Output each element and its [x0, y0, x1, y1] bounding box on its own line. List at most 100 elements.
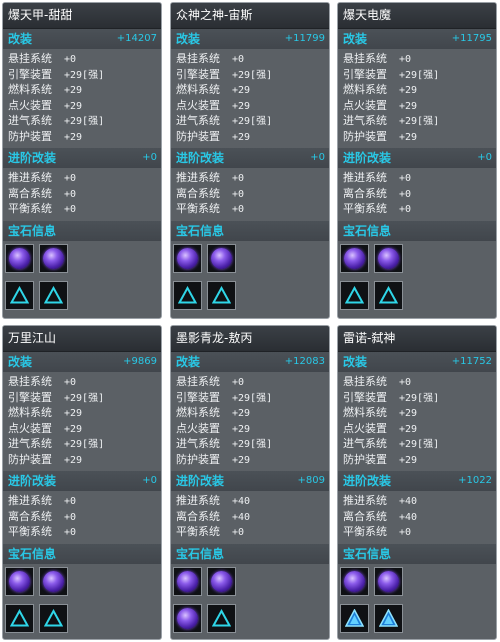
- mod-section-label: 改装: [343, 32, 368, 46]
- gem-row: [173, 280, 329, 312]
- blue-triangle-gem-icon: [379, 608, 398, 627]
- advanced-mod-section-header: 进阶改装 +1022: [338, 471, 496, 491]
- mod-name: 点火装置: [8, 98, 52, 112]
- gem-slot[interactable]: [374, 566, 403, 596]
- advanced-mod-total-value: +809: [297, 475, 325, 486]
- mod-row: 燃料系统 +29: [343, 405, 496, 421]
- gem-slot[interactable]: [173, 603, 202, 633]
- advanced-mod-label: 进阶改装: [8, 151, 57, 165]
- purple-gem-icon: [211, 247, 232, 269]
- gem-slot[interactable]: [173, 280, 202, 310]
- mod-section-label: 改装: [176, 355, 201, 369]
- mod-name: 进气系统: [8, 437, 52, 450]
- gem-slot[interactable]: [5, 603, 34, 633]
- purple-gem-icon: [9, 570, 30, 592]
- mod-row: 防护装置 +29: [343, 452, 496, 468]
- mod-list: 悬挂系统 +0 引擎装置 +29[强] 燃料系统 +29 点火装置 +29 进气系统 +29[强]…: [171, 49, 329, 148]
- car-title: 万里江山: [3, 326, 161, 352]
- gem-slot[interactable]: [173, 243, 202, 273]
- advanced-mod-row: 推进系统 +0: [176, 170, 329, 186]
- gem-slots: [171, 564, 329, 633]
- mod-row: 进气系统 +29[强]: [343, 436, 496, 452]
- gem-slot[interactable]: [340, 566, 369, 596]
- mod-value: +29: [399, 85, 418, 96]
- advanced-mod-row: 离合系统 +0: [8, 186, 161, 202]
- gem-slot[interactable]: [340, 280, 369, 310]
- purple-gem-icon: [344, 247, 365, 269]
- advanced-mod-value: +0: [232, 173, 245, 184]
- advanced-mod-label: 进阶改装: [343, 474, 392, 488]
- gem-slot[interactable]: [340, 243, 369, 273]
- triangle-slot-icon: [10, 285, 29, 303]
- mod-value: +29[强]: [399, 116, 440, 127]
- gem-slot[interactable]: [39, 243, 68, 273]
- purple-gem-icon: [211, 570, 232, 592]
- advanced-mod-row: 离合系统 +0: [8, 509, 161, 525]
- advanced-mod-value: +0: [64, 511, 77, 523]
- mod-name: 燃料系统: [343, 406, 387, 419]
- gem-slot[interactable]: [207, 603, 236, 633]
- mod-name: 引擎装置: [8, 67, 52, 81]
- gem-slot[interactable]: [374, 603, 403, 633]
- mod-value: +29[强]: [64, 116, 105, 127]
- advanced-mod-total-value: +0: [142, 475, 157, 486]
- mod-row: 悬挂系统 +0: [176, 374, 329, 390]
- gem-slot[interactable]: [39, 566, 68, 596]
- mod-section-header: 改装 +14207: [3, 29, 161, 49]
- gem-slot[interactable]: [207, 566, 236, 596]
- triangle-slot-icon: [178, 285, 197, 303]
- mod-row: 引擎装置 +29[强]: [176, 67, 329, 83]
- advanced-mod-label: 进阶改装: [176, 474, 225, 488]
- gem-slot[interactable]: [5, 243, 34, 273]
- mod-name: 悬挂系统: [176, 52, 220, 65]
- advanced-mod-name: 平衡系统: [343, 525, 387, 538]
- mod-name: 引擎装置: [343, 390, 387, 404]
- mod-name: 点火装置: [8, 421, 52, 435]
- gem-slot[interactable]: [39, 603, 68, 633]
- gem-slot[interactable]: [340, 603, 369, 633]
- advanced-mod-value: +0: [399, 527, 412, 538]
- advanced-mod-name: 推进系统: [176, 494, 220, 507]
- advanced-mod-name: 离合系统: [343, 509, 387, 523]
- mod-row: 进气系统 +29[强]: [8, 436, 161, 452]
- advanced-mod-list: 推进系统 +40 离合系统 +40 平衡系统 +0: [171, 491, 329, 544]
- advanced-mod-total-value: +1022: [458, 475, 492, 486]
- advanced-mod-value: +0: [232, 204, 245, 215]
- mod-section-label: 改装: [176, 32, 201, 46]
- gem-slot[interactable]: [173, 566, 202, 596]
- mod-name: 悬挂系统: [176, 375, 220, 388]
- gem-slot[interactable]: [5, 280, 34, 310]
- mod-row: 燃料系统 +29: [176, 405, 329, 421]
- gem-slot[interactable]: [374, 243, 403, 273]
- advanced-mod-value: +40: [232, 511, 251, 523]
- mod-name: 引擎装置: [176, 67, 220, 81]
- mod-row: 点火装置 +29: [176, 98, 329, 114]
- mod-section-header: 改装 +11795: [338, 29, 496, 49]
- mod-value: +29: [64, 131, 83, 143]
- gem-section-header: 宝石信息: [338, 220, 496, 241]
- mod-name: 进气系统: [8, 114, 52, 127]
- gem-row: [340, 566, 496, 598]
- mod-total-value: +11799: [284, 33, 325, 44]
- mod-name: 防护装置: [8, 129, 52, 143]
- mod-row: 进气系统 +29[强]: [176, 436, 329, 452]
- mod-section-label: 改装: [343, 355, 368, 369]
- gem-slot[interactable]: [207, 243, 236, 273]
- advanced-mod-value: +40: [399, 496, 418, 507]
- advanced-mod-name: 离合系统: [343, 186, 387, 200]
- advanced-mod-value: +0: [399, 204, 412, 215]
- advanced-mod-row: 平衡系统 +0: [343, 524, 496, 540]
- gem-slot[interactable]: [39, 280, 68, 310]
- gem-slot[interactable]: [5, 566, 34, 596]
- mod-value: +29[强]: [232, 439, 273, 450]
- mod-name: 点火装置: [343, 421, 387, 435]
- advanced-mod-name: 离合系统: [8, 509, 52, 523]
- mod-value: +0: [232, 377, 245, 388]
- gem-slot[interactable]: [374, 280, 403, 310]
- purple-gem-icon: [378, 247, 399, 269]
- mod-section-header: 改装 +9869: [3, 352, 161, 372]
- mod-value: +29[强]: [64, 392, 105, 404]
- mod-total-value: +11752: [451, 356, 492, 367]
- mod-row: 点火装置 +29: [176, 421, 329, 437]
- gem-slot[interactable]: [207, 280, 236, 310]
